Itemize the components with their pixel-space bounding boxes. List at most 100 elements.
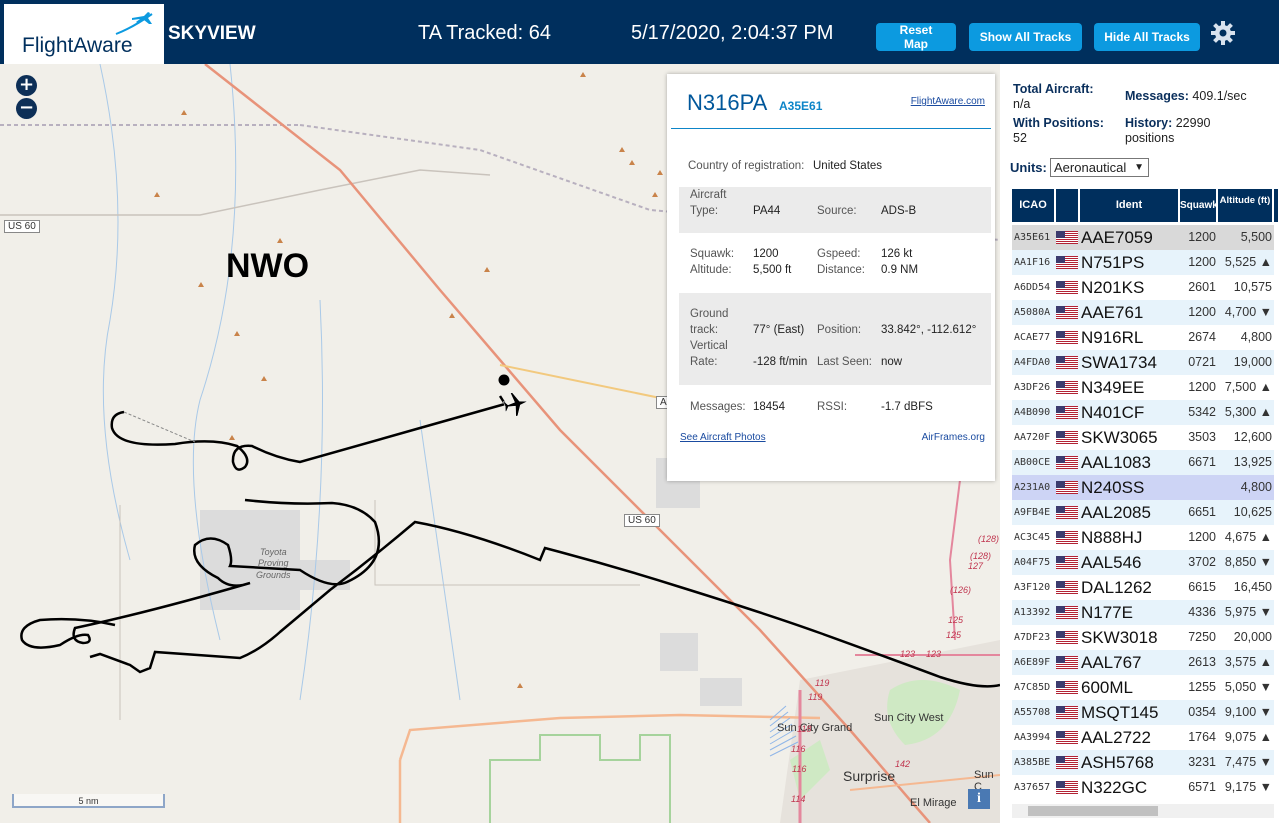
aircraft-type-label-1: Aircraft bbox=[690, 189, 727, 201]
route-118-label: 118 bbox=[797, 724, 812, 734]
table-row[interactable]: A4B090 N401CF 5342 5,300 ▲ bbox=[1012, 400, 1274, 425]
distance-label: Distance: bbox=[817, 264, 865, 276]
reset-map-button[interactable]: Reset Map bbox=[876, 23, 956, 51]
row-squawk: 3503 bbox=[1188, 430, 1216, 444]
zoom-in-button[interactable]: + bbox=[16, 75, 37, 96]
col-header-altitude[interactable]: Altitude (ft) bbox=[1218, 189, 1272, 222]
row-icao: A37657 bbox=[1014, 782, 1051, 793]
table-row[interactable]: A37657 N322GC 6571 9,175 ▼ bbox=[1012, 775, 1274, 800]
rssi-label: RSSI: bbox=[817, 401, 848, 413]
aircraft-type-value: PA44 bbox=[753, 205, 781, 217]
last-seen-value: now bbox=[881, 356, 903, 368]
stream bbox=[99, 64, 131, 561]
scrollbar-thumb[interactable] bbox=[1028, 806, 1158, 816]
us-flag-icon bbox=[1056, 706, 1078, 719]
popup-divider bbox=[671, 128, 991, 129]
table-row[interactable]: A55708 MSQT145 0354 9,100 ▼ bbox=[1012, 700, 1274, 725]
ground-track-label-1: Ground bbox=[690, 308, 729, 320]
col-header-squawk[interactable]: Squawk bbox=[1180, 189, 1218, 222]
table-row[interactable]: A6DD54 N201KS 2601 10,575 bbox=[1012, 275, 1274, 300]
table-row[interactable]: A4FDA0 SWA1734 0721 19,000 ▲ bbox=[1012, 350, 1274, 394]
row-icao: A55708 bbox=[1014, 707, 1051, 718]
table-row[interactable]: ACAE77 N916RL 2674 4,800 bbox=[1012, 325, 1274, 350]
table-row[interactable]: A3DF26 N349EE 1200 7,500 ▲ bbox=[1012, 375, 1274, 400]
flightaware-logo[interactable]: FlightAware bbox=[4, 4, 164, 64]
us-flag-icon bbox=[1056, 331, 1078, 344]
airframes-link[interactable]: AirFrames.org bbox=[922, 432, 985, 443]
table-row[interactable]: A231A0 N240SS 4,800 bbox=[1012, 475, 1274, 500]
zoom-out-button[interactable]: − bbox=[16, 98, 37, 119]
table-row[interactable]: AA3994 AAL2722 1764 9,075 ▲ bbox=[1012, 725, 1274, 750]
row-icao: AC3C45 bbox=[1014, 532, 1051, 543]
selected-aircraft-icon[interactable] bbox=[502, 390, 531, 419]
total-aircraft-label: Total Aircraft: bbox=[1013, 82, 1094, 96]
table-row[interactable]: A6E89F AAL767 2613 3,575 ▲ bbox=[1012, 650, 1274, 675]
table-row[interactable]: AC3C45 N888HJ 1200 4,675 ▲ bbox=[1012, 525, 1274, 550]
country-label: Country of registration: bbox=[688, 160, 805, 172]
us-flag-icon bbox=[1056, 556, 1078, 569]
row-squawk: 0354 bbox=[1188, 705, 1216, 719]
table-row[interactable]: A7DF23 SKW3018 7250 20,000 ▼ bbox=[1012, 625, 1274, 669]
route-126-label: (126) bbox=[950, 585, 972, 595]
us-flag-icon bbox=[1056, 756, 1078, 769]
arterial-road bbox=[398, 713, 821, 761]
table-row[interactable]: A04F75 AAL546 3702 8,850 ▼ bbox=[1012, 550, 1274, 575]
squawk-label: Squawk: bbox=[690, 248, 735, 260]
toyota-label-2: Proving bbox=[258, 558, 289, 568]
row-icao: A7C85D bbox=[1014, 682, 1051, 693]
table-row[interactable]: AB00CE AAL1083 6671 13,925 ▼ bbox=[1012, 450, 1274, 494]
us-flag-icon bbox=[1056, 431, 1078, 444]
row-squawk: 3231 bbox=[1188, 755, 1216, 769]
sun-city-grand-label: Sun City Grand bbox=[777, 722, 853, 734]
us-flag-icon bbox=[1056, 481, 1078, 494]
ground-station-marker[interactable] bbox=[498, 374, 510, 386]
row-ident: AAE761 bbox=[1081, 303, 1144, 322]
row-squawk: 1200 bbox=[1188, 230, 1216, 244]
el-mirage-label: El Mirage bbox=[910, 797, 957, 809]
hide-all-tracks-button[interactable]: Hide All Tracks bbox=[1094, 23, 1200, 51]
table-row[interactable]: AA1F16 N751PS 1200 5,525 ▲ bbox=[1012, 250, 1274, 275]
messages-stat: Messages: 409.1/sec bbox=[1125, 89, 1247, 104]
row-squawk: 6571 bbox=[1188, 780, 1216, 794]
table-row[interactable]: A13392 N177E 4336 5,975 ▼ bbox=[1012, 600, 1274, 625]
row-icao: A35E61 bbox=[1014, 232, 1051, 243]
table-row[interactable]: A3F120 DAL1262 6615 16,450 ▼ bbox=[1012, 575, 1274, 619]
table-row[interactable]: A9FB4E AAL2085 6651 10,625 ▼ bbox=[1012, 500, 1274, 544]
table-row[interactable]: A7C85D 600ML 1255 5,050 ▼ bbox=[1012, 675, 1274, 700]
total-aircraft-stat: Total Aircraft: n/a bbox=[1013, 82, 1094, 112]
col-header-icao[interactable]: ICAO bbox=[1012, 189, 1054, 222]
flightaware-link[interactable]: FlightAware.com bbox=[911, 96, 985, 107]
row-squawk: 6651 bbox=[1188, 505, 1216, 519]
route-123-label-2: 123 bbox=[926, 649, 942, 659]
table-row[interactable]: A5080A AAE761 1200 4,700 ▼ bbox=[1012, 300, 1274, 325]
route-123-label: 123 bbox=[900, 649, 916, 659]
app-title: SKYVIEW bbox=[168, 23, 256, 44]
row-altitude: 20,000 ▼ bbox=[1233, 630, 1272, 669]
col-header-ident[interactable]: Ident bbox=[1080, 189, 1178, 222]
units-select[interactable]: Aeronautical ▼ bbox=[1050, 158, 1149, 177]
table-row[interactable]: A35E61 AAE7059 1200 5,500 bbox=[1012, 225, 1274, 250]
route-114-label: 114 bbox=[791, 794, 806, 804]
row-ident: AAL2085 bbox=[1081, 503, 1151, 522]
sidebar: Total Aircraft: n/a Messages: 409.1/sec … bbox=[1000, 64, 1279, 823]
show-all-tracks-button[interactable]: Show All Tracks bbox=[969, 23, 1082, 51]
table-row[interactable]: A385BE ASH5768 3231 7,475 ▼ bbox=[1012, 750, 1274, 775]
info-icon[interactable]: i bbox=[968, 789, 990, 809]
us-flag-icon bbox=[1056, 631, 1078, 644]
route-125-label: 125 bbox=[948, 615, 964, 625]
row-squawk: 1200 bbox=[1188, 380, 1216, 394]
units-label: Units: bbox=[1010, 160, 1047, 175]
row-ident: 600ML bbox=[1081, 678, 1133, 697]
row-ident: SWA1734 bbox=[1081, 353, 1157, 372]
row-icao: A4B090 bbox=[1014, 407, 1051, 418]
table-row[interactable]: AA720F SKW3065 3503 12,600 ▼ bbox=[1012, 425, 1274, 469]
gear-icon[interactable] bbox=[1210, 20, 1236, 46]
col-header-flag[interactable] bbox=[1056, 189, 1078, 222]
aircraft-photos-link[interactable]: See Aircraft Photos bbox=[680, 432, 766, 443]
stream-4 bbox=[419, 419, 461, 701]
altitude-label: Altitude: bbox=[690, 264, 732, 276]
us-flag-icon bbox=[1056, 506, 1078, 519]
horizontal-scrollbar[interactable] bbox=[1012, 804, 1274, 818]
messages-value: 18454 bbox=[753, 401, 785, 413]
row-altitude: 10,625 ▼ bbox=[1233, 505, 1272, 544]
